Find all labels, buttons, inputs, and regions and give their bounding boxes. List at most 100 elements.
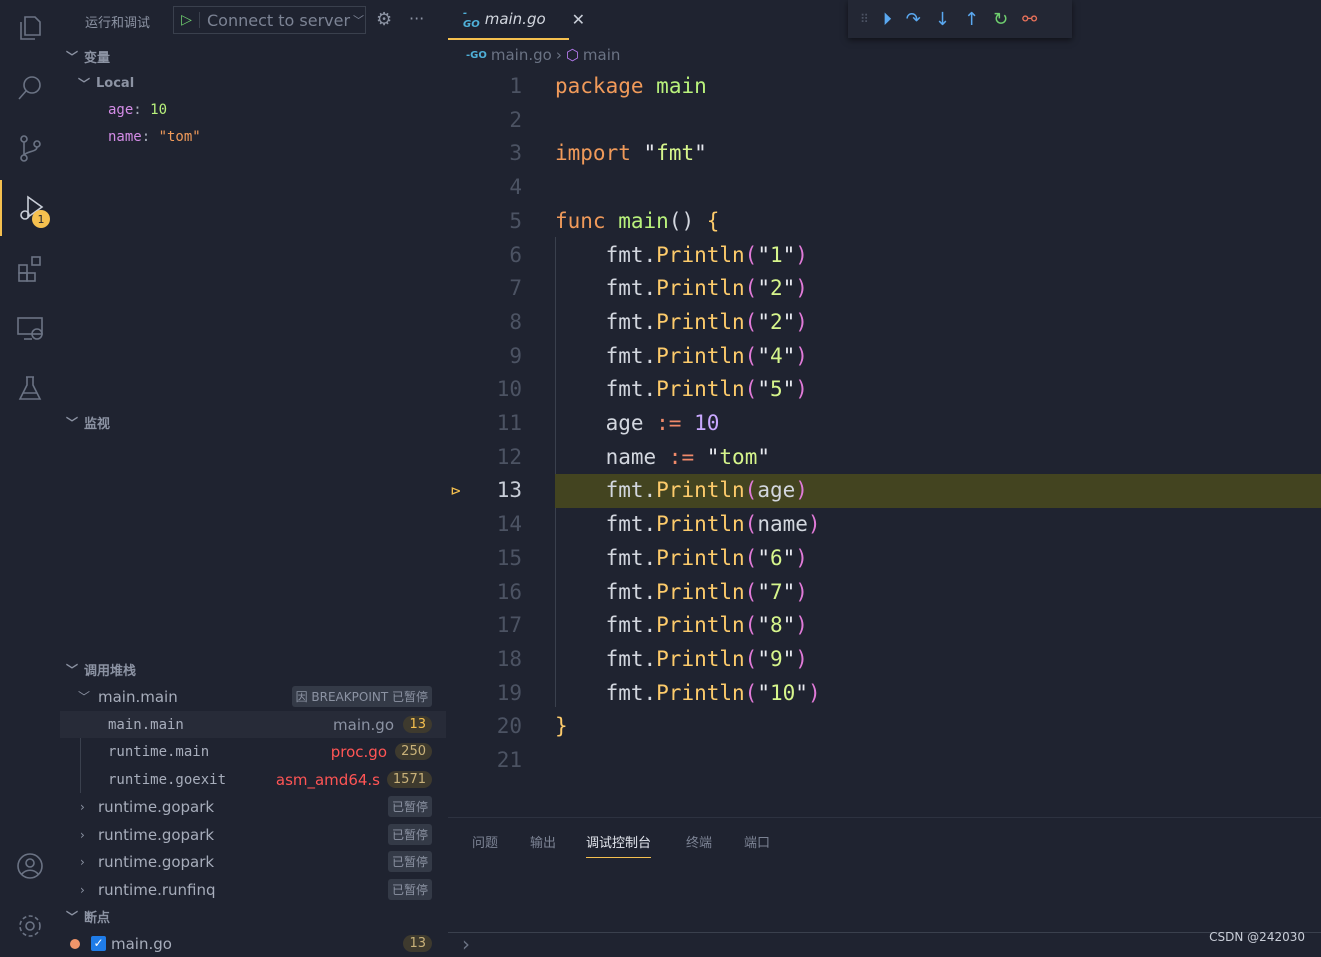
code-token: 4	[769, 343, 783, 368]
variables-header[interactable]: ﹀ 变量	[66, 47, 110, 66]
extensions-button[interactable]	[0, 240, 60, 296]
search-button[interactable]	[0, 60, 60, 116]
code-token: 2	[769, 309, 783, 334]
stack-frame[interactable]: main.main main.go 13	[60, 711, 446, 738]
breakpoint-paused-icon[interactable]: ⊳	[451, 474, 461, 508]
chevron-down-icon: ﹀	[353, 14, 365, 27]
code-token: Println	[656, 242, 745, 267]
stack-frame[interactable]: runtime.goexit asm_amd64.s 1571	[60, 766, 446, 793]
code-token: Println	[656, 545, 745, 570]
config-name: Connect to server	[207, 10, 351, 30]
code-line: 17 fmt.Println("8")	[448, 609, 1321, 643]
code-token: 10	[694, 411, 720, 435]
remote-explorer-button[interactable]	[0, 300, 60, 356]
thread-item[interactable]: › runtime.gopark 已暂停	[60, 848, 446, 875]
tab-debug-console[interactable]: 调试控制台	[586, 832, 652, 858]
code-token: "	[795, 680, 808, 705]
line-number: 4	[509, 175, 522, 200]
breadcrumb-file[interactable]: main.go	[491, 46, 552, 64]
restart-icon[interactable]: ↻	[993, 9, 1008, 30]
line-number: 12	[496, 444, 522, 469]
code-line: 21	[448, 744, 1321, 778]
testing-button[interactable]	[0, 360, 60, 416]
more-icon[interactable]: ···	[409, 9, 424, 28]
tab-problems[interactable]: 问题	[472, 832, 498, 851]
code-token: main	[656, 74, 707, 98]
line-number: 7	[509, 276, 522, 301]
launch-config-select[interactable]: ▷ Connect to server ﹀	[173, 6, 366, 34]
debug-sidebar: 运行和调试 ▷ Connect to server ﹀ ⚙ ··· ﹀ 变量 ﹀ L…	[60, 0, 448, 953]
code-line: ⊳ 13 fmt.Println(age)	[448, 474, 1321, 509]
line-number: 9	[509, 343, 522, 368]
code-token: )	[795, 478, 808, 503]
code-token: Println	[656, 613, 745, 638]
console-prompt[interactable]: ›	[462, 932, 470, 956]
line-number: 10	[496, 377, 522, 402]
tab-main-go[interactable]: -GO main.go ✕	[448, 0, 585, 40]
code-token: fmt.	[555, 646, 657, 671]
code-line: 9 fmt.Println("4")	[448, 340, 1321, 374]
thread-main[interactable]: ﹀ main.main 因 BREAKPOINT 已暂停	[60, 683, 446, 710]
code-token: (	[744, 512, 758, 537]
code-token: "	[782, 377, 796, 402]
drag-handle-icon[interactable]: ⠿	[860, 12, 869, 26]
explorer-button[interactable]	[0, 0, 60, 56]
breakpoint-item[interactable]: ✓ main.go 13	[60, 930, 446, 957]
start-debug-icon[interactable]: ▷	[174, 12, 200, 28]
breakpoints-header[interactable]: ﹀ 断点	[66, 907, 110, 926]
accounts-button[interactable]	[0, 838, 60, 894]
tab-terminal[interactable]: 终端	[686, 832, 712, 851]
code-token: fmt.	[555, 377, 657, 402]
callstack-header[interactable]: ﹀ 调用堆栈	[66, 660, 136, 679]
code-token: )	[807, 512, 821, 537]
code-token: fmt.	[555, 343, 657, 368]
code-token: "	[757, 646, 770, 671]
code-token: "	[757, 309, 770, 334]
gear-icon[interactable]: ⚙	[376, 9, 392, 30]
breadcrumb-symbol[interactable]: main	[583, 46, 620, 64]
source-control-button[interactable]	[0, 120, 60, 176]
code-text: import "fmt"	[555, 137, 707, 171]
breakpoint-checkbox[interactable]: ✓	[91, 936, 106, 951]
code-token: fmt.	[555, 309, 657, 334]
code-token: "	[782, 343, 796, 368]
line-number: 5	[509, 208, 522, 233]
line-number: 15	[496, 545, 522, 570]
close-icon[interactable]: ✕	[572, 10, 585, 29]
activity-bar: 1	[0, 0, 60, 952]
code-token: )	[795, 242, 808, 267]
thread-item[interactable]: › runtime.gopark 已暂停	[60, 793, 446, 820]
line-number: 11	[496, 411, 522, 435]
variable-age[interactable]: age: 10	[108, 102, 167, 118]
line-number: 20	[496, 714, 522, 739]
stack-frame[interactable]: runtime.main proc.go 250	[60, 738, 446, 765]
code-token: main	[618, 208, 669, 233]
code-token: (	[744, 377, 758, 402]
files-icon	[20, 16, 41, 40]
remote-explorer-icon	[17, 317, 43, 340]
manage-button[interactable]	[0, 898, 60, 954]
watch-header[interactable]: ﹀ 监视	[66, 413, 110, 432]
code-token: )	[795, 646, 808, 671]
continue-icon[interactable]: ⏵	[883, 9, 892, 30]
code-token: "	[782, 646, 796, 671]
tab-ports[interactable]: 端口	[744, 832, 770, 851]
step-out-icon[interactable]: ↑	[964, 9, 979, 30]
code-token: Println	[656, 512, 745, 537]
line-number: 1	[509, 74, 522, 98]
step-over-icon[interactable]: ↷	[906, 9, 921, 30]
code-token: fmt.	[555, 680, 657, 705]
scope-local[interactable]: ﹀ Local	[78, 75, 134, 92]
thread-item[interactable]: › runtime.runfinq 已暂停	[60, 876, 446, 903]
code-token: fmt.	[555, 545, 657, 570]
thread-item[interactable]: › runtime.gopark 已暂停	[60, 821, 446, 848]
tab-output[interactable]: 输出	[530, 832, 556, 851]
code-token: fmt.	[555, 478, 657, 503]
code-line: 8 fmt.Println("2")	[448, 306, 1321, 340]
variable-name[interactable]: name: "tom"	[108, 129, 201, 145]
code-line: 18 fmt.Println("9")	[448, 643, 1321, 677]
disconnect-icon[interactable]: ⚯	[1022, 9, 1037, 30]
step-into-icon[interactable]: ↓	[935, 9, 950, 30]
code-token: 2	[769, 276, 783, 301]
run-debug-button[interactable]: 1	[0, 180, 60, 236]
